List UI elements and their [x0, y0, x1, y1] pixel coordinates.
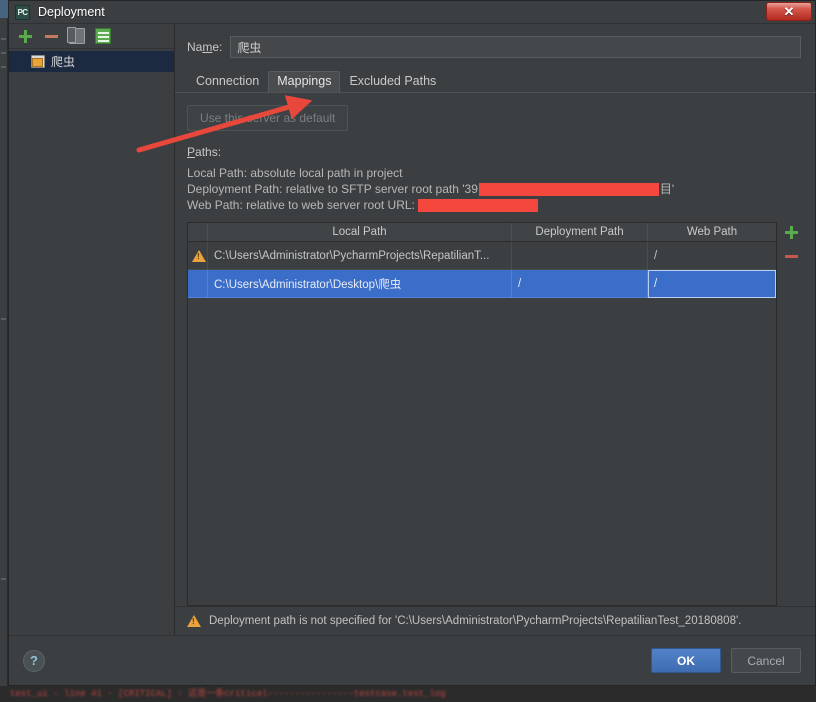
minus-icon[interactable] — [43, 28, 59, 44]
use-server-as-default-button[interactable]: Use this server as default — [187, 105, 349, 131]
table-body: C:\Users\Administrator\PycharmProjects\R… — [188, 242, 776, 605]
mappings-tab-content: Use this server as default Paths: Local … — [175, 93, 815, 606]
cell-web-path[interactable]: / — [648, 242, 776, 270]
cancel-button[interactable]: Cancel — [731, 648, 801, 673]
deployment-path-description: Deployment Path: relative to SFTP server… — [187, 181, 801, 197]
table-side-toolbar — [777, 222, 801, 606]
ide-left-gutter — [0, 18, 8, 686]
column-header-icon[interactable] — [188, 223, 208, 241]
pycharm-icon: PC — [15, 4, 30, 20]
table-row[interactable]: C:\Users\Administrator\Desktop\爬虫 / / — [188, 270, 776, 298]
sidebar-item-server[interactable]: 爬虫 — [9, 51, 174, 72]
validation-warning: Deployment path is not specified for 'C:… — [175, 606, 815, 635]
sidebar-item-label: 爬虫 — [51, 55, 76, 69]
table-header-row: Local Path Deployment Path Web Path — [188, 223, 776, 242]
deploy-icon[interactable] — [95, 28, 111, 44]
warning-icon — [187, 615, 201, 627]
dialog-titlebar: PC Deployment ✕ — [9, 1, 815, 24]
deployment-path-description-suffix: 目' — [659, 182, 675, 196]
validation-warning-text: Deployment path is not specified for 'C:… — [209, 615, 742, 627]
name-label: Name: — [187, 40, 223, 54]
name-input[interactable] — [230, 36, 801, 58]
remove-mapping-button[interactable] — [783, 248, 799, 264]
deployment-path-description-text: Deployment Path: relative to SFTP server… — [187, 182, 478, 196]
server-settings-panel: Name: Connection Mappings Excluded Paths… — [175, 24, 816, 635]
local-path-description: Local Path: absolute local path in proje… — [187, 165, 801, 181]
tabs-underline — [175, 92, 816, 93]
cell-web-path[interactable]: / — [648, 270, 776, 298]
column-header-web-path[interactable]: Web Path — [648, 223, 776, 241]
server-tree: 爬虫 — [9, 49, 174, 635]
paths-heading: Paths: — [187, 145, 222, 159]
local-path-description-text: Local Path: absolute local path in proje… — [187, 166, 403, 180]
row-status-cell — [188, 270, 208, 298]
server-list-panel: 爬虫 — [9, 24, 175, 635]
dialog-title: Deployment — [38, 5, 105, 19]
copy-icon[interactable] — [67, 27, 85, 44]
tab-connection[interactable]: Connection — [187, 71, 268, 93]
mappings-table: Local Path Deployment Path Web Path C:\U… — [187, 222, 777, 606]
row-status-cell — [188, 242, 208, 270]
cell-deployment-path[interactable] — [512, 242, 648, 270]
console-line: test_ui - line 41 - [CRITICAL] : 这是一条cri… — [10, 689, 446, 699]
redaction-bar — [417, 198, 538, 212]
cell-local-path[interactable]: C:\Users\Administrator\PycharmProjects\R… — [208, 242, 512, 270]
server-icon — [31, 55, 45, 68]
redaction-bar — [478, 182, 659, 196]
deployment-dialog: PC Deployment ✕ 爬虫 Name: 爬虫 Connection M… — [8, 0, 816, 686]
dialog-body: 爬虫 Name: Connection Mappings Excluded Pa… — [9, 24, 816, 635]
ok-button[interactable]: OK — [651, 648, 721, 673]
dialog-button-bar: ? OK Cancel — [9, 635, 815, 685]
mappings-table-wrap: Local Path Deployment Path Web Path C:\U… — [187, 222, 801, 606]
add-mapping-button[interactable] — [783, 224, 799, 240]
tab-mappings[interactable]: Mappings — [268, 71, 341, 93]
web-path-description-text: Web Path: relative to web server root UR… — [187, 198, 415, 212]
close-icon[interactable]: ✕ — [766, 2, 812, 21]
settings-tabs: Connection Mappings Excluded Paths — [175, 71, 816, 93]
table-row[interactable]: C:\Users\Administrator\PycharmProjects\R… — [188, 242, 776, 270]
cell-deployment-path[interactable]: / — [512, 270, 648, 298]
tab-excluded-paths[interactable]: Excluded Paths — [340, 71, 445, 93]
dialog-actions: OK Cancel — [651, 648, 801, 673]
column-header-deployment-path[interactable]: Deployment Path — [512, 223, 648, 241]
warning-icon — [192, 249, 206, 262]
name-row: Name: — [175, 24, 815, 58]
plus-icon[interactable] — [17, 28, 33, 44]
column-header-local-path[interactable]: Local Path — [208, 223, 512, 241]
web-path-description: Web Path: relative to web server root UR… — [187, 197, 801, 213]
console-strip: test_ui - line 41 - [CRITICAL] : 这是一条cri… — [0, 686, 816, 702]
help-icon[interactable]: ? — [23, 649, 45, 672]
cell-local-path[interactable]: C:\Users\Administrator\Desktop\爬虫 — [208, 270, 512, 298]
server-list-toolbar — [9, 24, 174, 49]
